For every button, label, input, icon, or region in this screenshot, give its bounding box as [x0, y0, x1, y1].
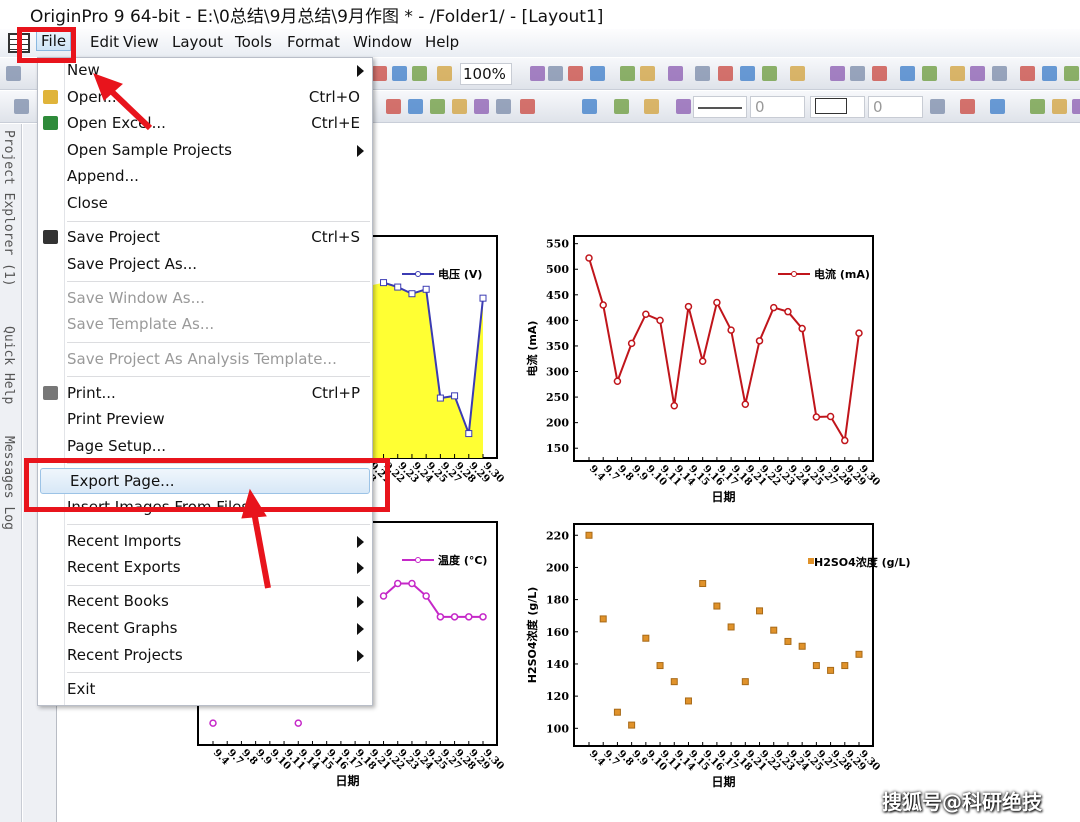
arrowhead-export: [241, 488, 267, 519]
arrow-to-export: [251, 511, 271, 589]
watermark: 搜狐号@科研绝技: [882, 790, 1042, 814]
arrow-to-file: [105, 85, 153, 131]
annotation-arrows: [93, 73, 271, 589]
